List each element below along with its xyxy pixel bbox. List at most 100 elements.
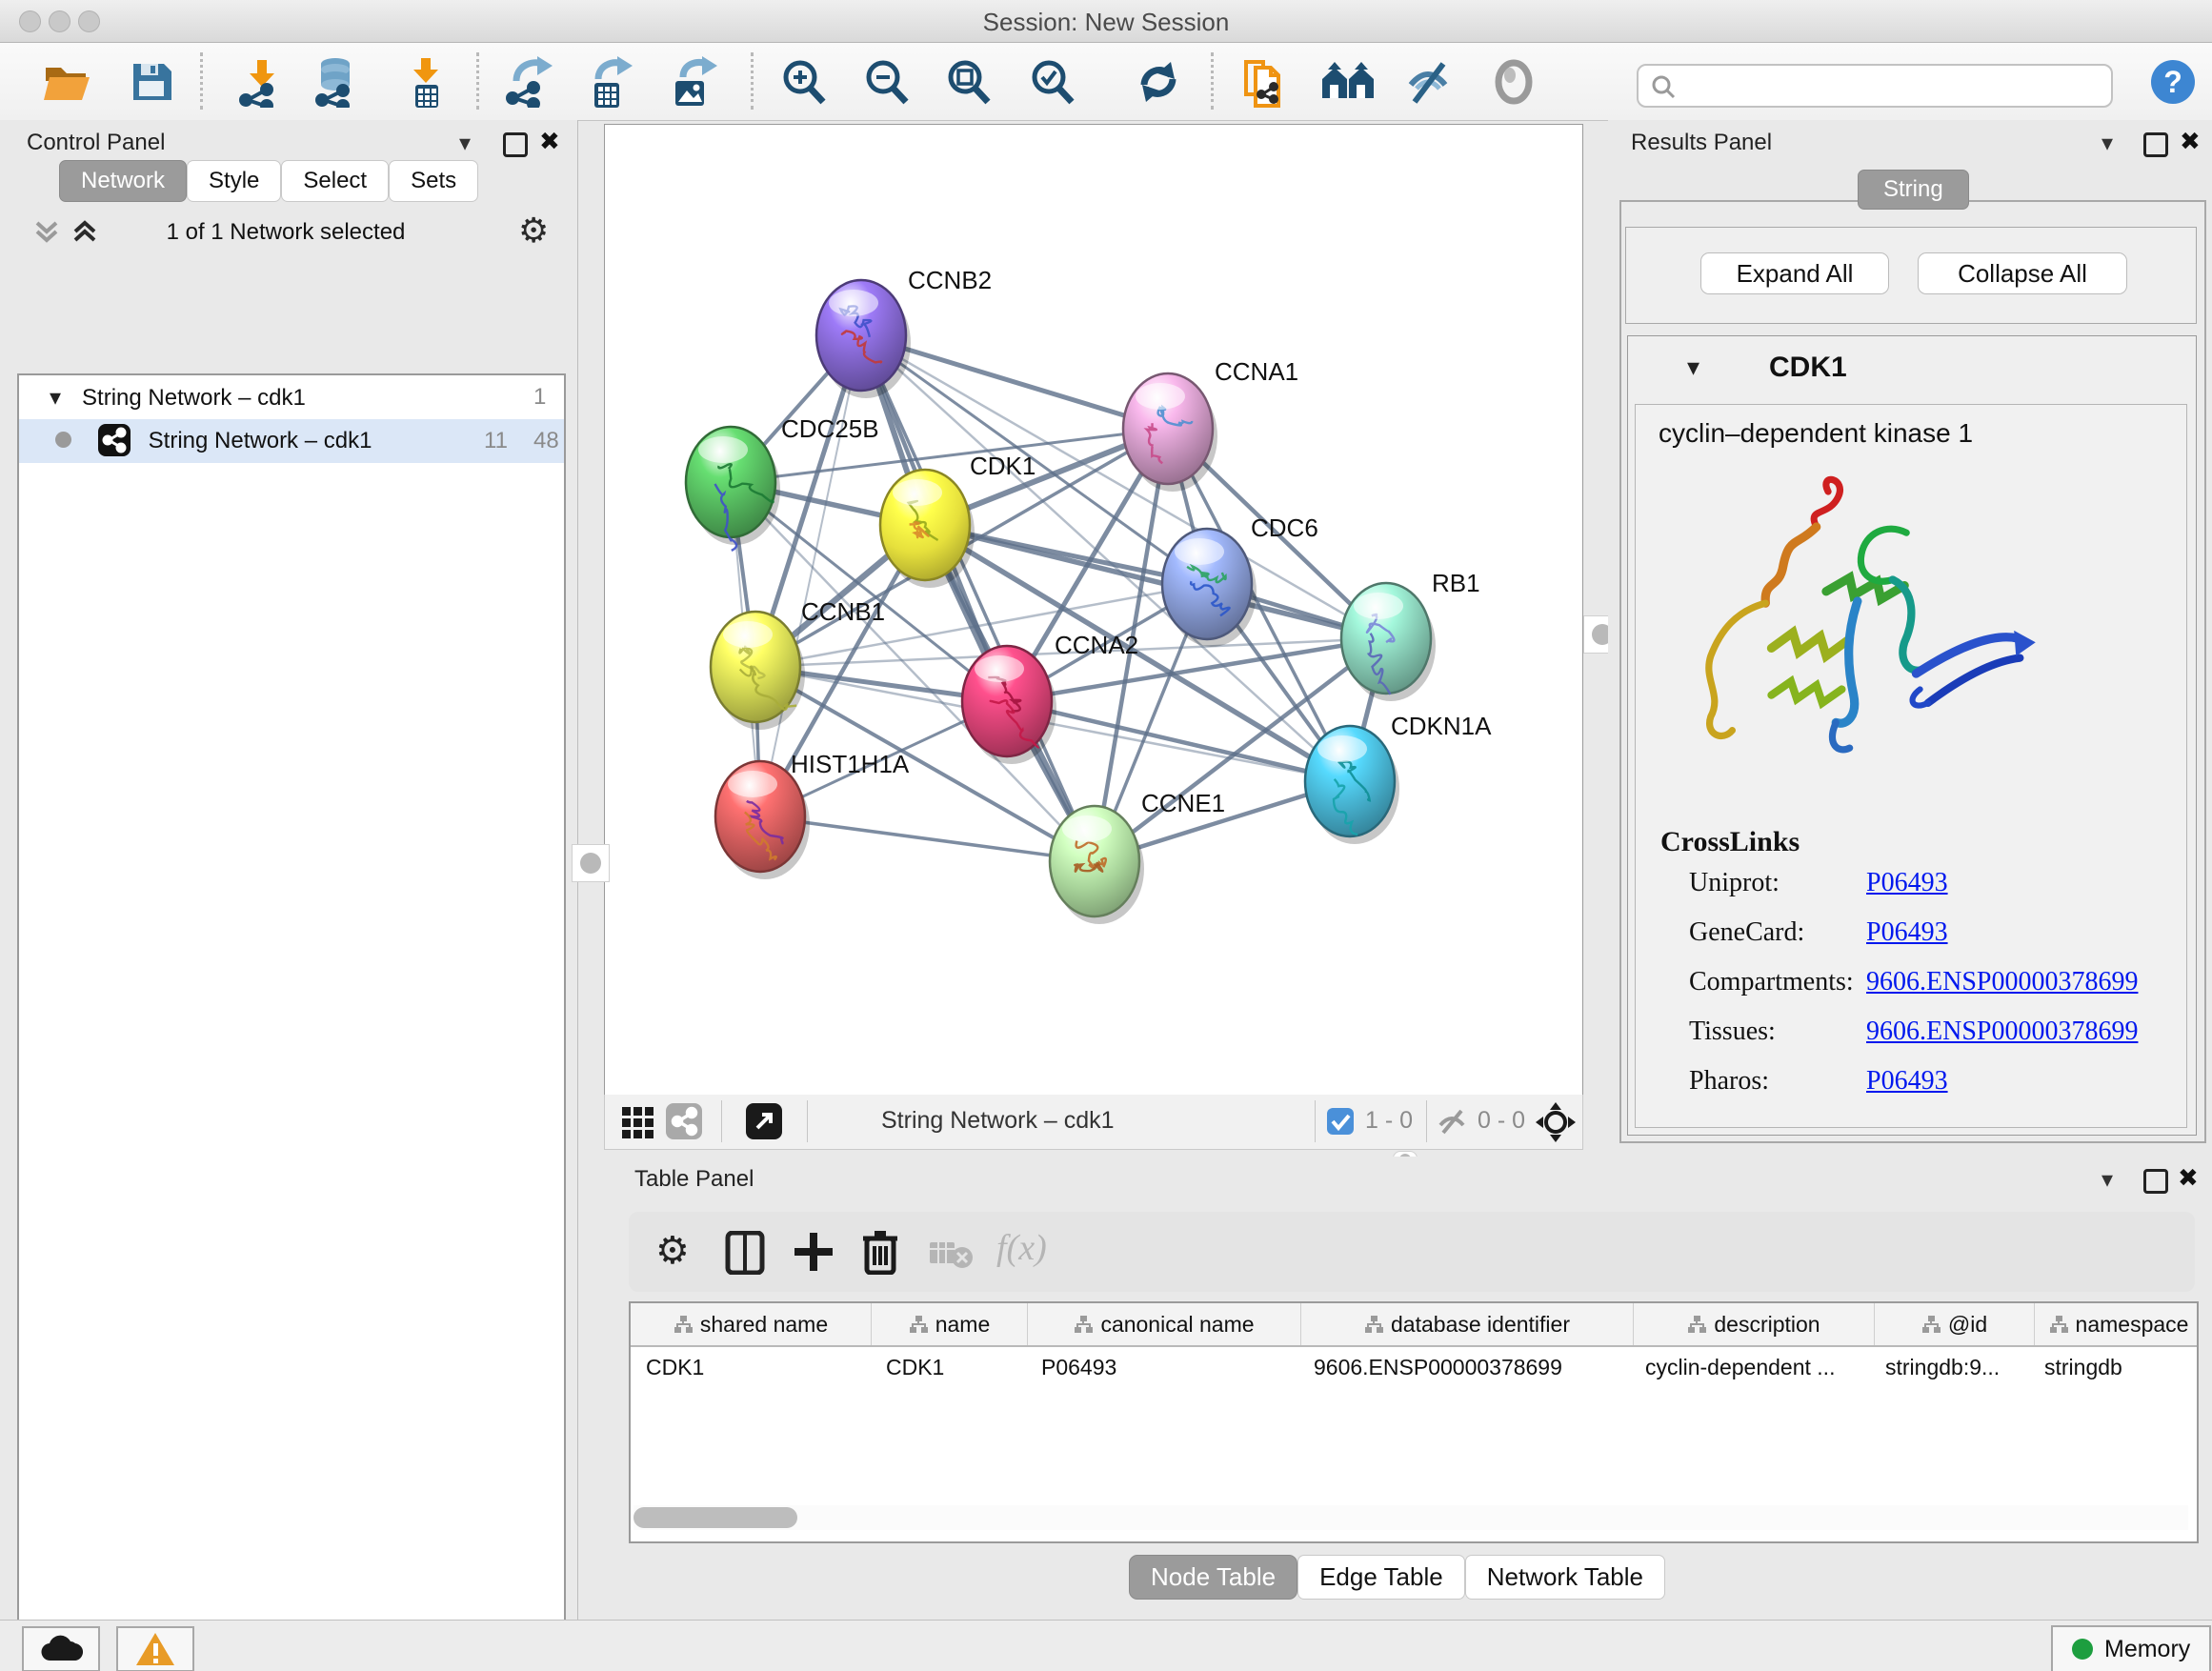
protein-node-ccnb2[interactable]: CCNB2 [816, 266, 992, 398]
panel-float-icon[interactable]: ▾ [2101, 1166, 2113, 1193]
column-header-description[interactable]: description [1634, 1303, 1875, 1345]
protein-node-ccne1[interactable]: CCNE1 [1050, 789, 1225, 924]
network-options-gear-icon[interactable]: ⚙ [518, 211, 549, 251]
crosslink-link[interactable]: 9606.ENSP00000378699 [1866, 1017, 2138, 1047]
import-table-file-icon[interactable] [400, 56, 452, 108]
collapse-all-networks-icon[interactable] [32, 217, 61, 246]
search-input[interactable] [1637, 64, 2113, 108]
zoom-out-icon[interactable] [860, 56, 912, 108]
panel-close-icon[interactable]: ✖ [2180, 128, 2201, 156]
table-header-row: shared namenamecanonical namedatabase id… [631, 1303, 2197, 1347]
warnings-button[interactable] [116, 1626, 194, 1671]
hidden-eye-icon[interactable] [1436, 1106, 1470, 1137]
table-options-gear-icon[interactable]: ⚙ [655, 1229, 690, 1273]
import-network-file-icon[interactable] [236, 56, 288, 108]
tab-select[interactable]: Select [281, 160, 389, 202]
crosslink-link[interactable]: P06493 [1866, 868, 1948, 898]
nav-separator [1315, 1100, 1316, 1142]
protein-node-cdc6[interactable]: CDC6 [1162, 513, 1318, 647]
nav-separator [1426, 1100, 1427, 1142]
network-collection-row[interactable]: ▾String Network – cdk1 1 [19, 375, 564, 419]
table-cell[interactable]: stringdb:9... [1870, 1347, 2029, 1389]
network-row-selected[interactable]: String Network – cdk1 11 48 [19, 419, 564, 463]
column-header-canonical-name[interactable]: canonical name [1028, 1303, 1301, 1345]
panel-close-icon[interactable]: ✖ [2178, 1164, 2199, 1193]
protein-node-cdc25b[interactable]: CDC25B [686, 414, 879, 551]
expand-all-button[interactable]: Expand All [1700, 252, 1889, 294]
tab-network-table[interactable]: Network Table [1465, 1555, 1665, 1600]
zoom-in-icon[interactable] [777, 56, 829, 108]
export-table-icon[interactable] [583, 56, 634, 108]
tab-sets[interactable]: Sets [389, 160, 478, 202]
panel-maximize-icon[interactable] [503, 132, 528, 157]
left-splitter-handle[interactable] [572, 844, 610, 882]
panel-float-icon[interactable]: ▾ [459, 130, 471, 156]
table-cell[interactable]: cyclin-dependent ... [1630, 1347, 1870, 1389]
scrollbar-thumb[interactable] [633, 1507, 797, 1528]
protein-node-ccna2[interactable]: CCNA2 [962, 631, 1138, 764]
create-column-icon[interactable] [793, 1231, 835, 1275]
delete-column-icon[interactable] [861, 1229, 899, 1275]
table-cell[interactable]: CDK1 [631, 1347, 871, 1389]
table-cell[interactable]: CDK1 [871, 1347, 1026, 1389]
tab-edge-table[interactable]: Edge Table [1297, 1555, 1465, 1600]
first-neighbors-icon[interactable] [1320, 56, 1372, 108]
import-network-database-icon[interactable] [311, 56, 362, 108]
crosslinks-list: Uniprot:P06493GeneCard:P06493Compartment… [1689, 868, 2165, 1116]
zoom-selected-icon[interactable] [1026, 56, 1077, 108]
tab-network[interactable]: Network [59, 160, 187, 202]
panel-float-icon[interactable]: ▾ [2101, 130, 2113, 156]
table-row[interactable]: CDK1CDK1P064939606.ENSP00000378699cyclin… [631, 1347, 2197, 1389]
section-expander-icon[interactable]: ▾ [1687, 353, 1699, 382]
crosslink-link[interactable]: P06493 [1866, 1066, 1948, 1097]
column-header-namespace[interactable]: namespace [2035, 1303, 2199, 1345]
table-cell[interactable]: P06493 [1026, 1347, 1298, 1389]
column-header-name[interactable]: name [872, 1303, 1028, 1345]
collapse-all-button[interactable]: Collapse All [1918, 252, 2127, 294]
birdseye-crosshair-icon[interactable] [1535, 1101, 1577, 1143]
expand-all-networks-icon[interactable] [70, 217, 99, 246]
table-horizontal-scrollbar[interactable] [633, 1505, 2188, 1530]
save-session-icon[interactable] [126, 56, 177, 108]
protein-node-hist1h1a[interactable]: HIST1H1A [715, 750, 910, 879]
grid-view-icon[interactable] [620, 1105, 654, 1139]
show-all-icon[interactable] [1488, 56, 1539, 108]
network-view-badge-icon[interactable] [666, 1103, 702, 1139]
export-image-icon[interactable] [666, 56, 717, 108]
collection-expander-icon[interactable]: ▾ [50, 384, 61, 411]
tab-string-results[interactable]: String [1858, 170, 1969, 210]
open-in-window-icon[interactable] [746, 1103, 782, 1139]
open-session-icon[interactable] [42, 56, 93, 108]
export-network-icon[interactable] [503, 56, 554, 108]
protein-node-ccnb1[interactable]: CCNB1 [711, 597, 885, 730]
network-edge[interactable] [760, 816, 1095, 861]
crosslink-link[interactable]: 9606.ENSP00000378699 [1866, 967, 2138, 997]
network-edge[interactable] [861, 335, 1095, 861]
network-canvas[interactable]: CCNB2CCNA1CDC25BCDK1CDC6RB1CCNB1CCNA2CDK… [604, 124, 1583, 1096]
table-cell[interactable]: stringdb [2029, 1347, 2197, 1389]
table-cell[interactable]: 9606.ENSP00000378699 [1298, 1347, 1630, 1389]
column-header--id[interactable]: @id [1875, 1303, 2035, 1345]
cloud-status-button[interactable] [22, 1626, 100, 1671]
protein-node-cdkn1a[interactable]: CDKN1A [1305, 712, 1492, 844]
panel-close-icon[interactable]: ✖ [539, 128, 560, 156]
column-tree-icon [1364, 1315, 1383, 1334]
duplicate-network-icon[interactable] [1238, 56, 1290, 108]
table-toolbar: ⚙ f(x) [629, 1212, 2195, 1292]
apply-layout-icon[interactable] [1133, 56, 1184, 108]
show-columns-icon[interactable] [724, 1231, 766, 1275]
network-edge[interactable] [760, 335, 861, 816]
protein-node-rb1[interactable]: RB1 [1341, 569, 1480, 701]
column-header-shared-name[interactable]: shared name [631, 1303, 872, 1345]
panel-maximize-icon[interactable] [2143, 132, 2168, 157]
help-icon[interactable]: ? [2149, 58, 2197, 106]
tab-node-table[interactable]: Node Table [1129, 1555, 1297, 1600]
hide-selected-icon[interactable] [1403, 56, 1455, 108]
memory-button[interactable]: Memory [2051, 1625, 2211, 1671]
panel-maximize-icon[interactable] [2143, 1169, 2168, 1194]
column-header-database-identifier[interactable]: database identifier [1301, 1303, 1634, 1345]
tab-style[interactable]: Style [187, 160, 281, 202]
zoom-fit-icon[interactable] [942, 56, 994, 108]
crosslink-link[interactable]: P06493 [1866, 917, 1948, 948]
selected-checkbox-icon[interactable] [1327, 1108, 1354, 1135]
